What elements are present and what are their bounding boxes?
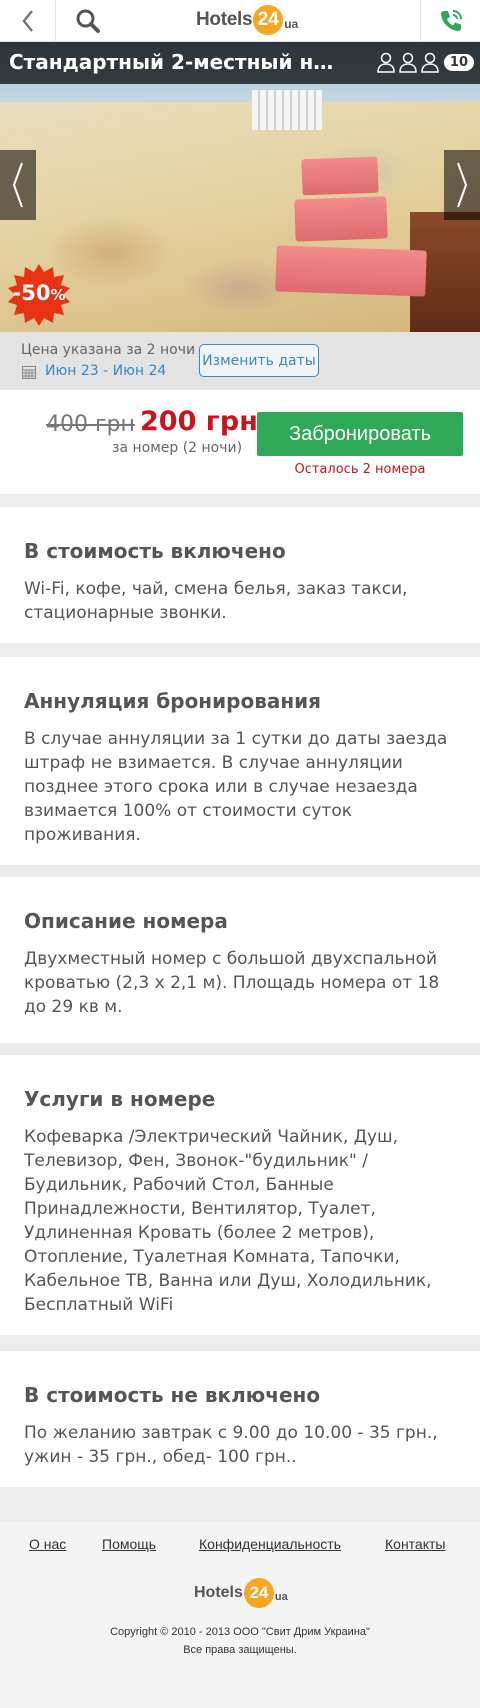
- footer-link-contacts[interactable]: Контакты: [385, 1536, 445, 1552]
- next-photo-button[interactable]: [444, 150, 480, 220]
- calendar-icon: [22, 366, 36, 379]
- new-price: 200 грн: [140, 406, 258, 437]
- date-info-bar: Цена указана за 2 ночи Июн 23 - Июн 24 И…: [0, 332, 480, 390]
- included-section: В стоимость включено Wi-Fi, кофе, чай, с…: [0, 507, 480, 643]
- room-services-section: Услуги в номере Кофеварка /Электрический…: [0, 1055, 480, 1335]
- discount-value: -50: [12, 281, 51, 305]
- arrow-left-icon: [12, 162, 23, 208]
- rights-reserved: Все права защищены.: [183, 1644, 297, 1656]
- previous-photo-button[interactable]: [0, 150, 36, 220]
- photo-towel: [294, 196, 388, 242]
- guest-count-badge: 10: [443, 53, 474, 71]
- logo-tld: ua: [284, 17, 299, 31]
- photo-radiator: [252, 90, 322, 130]
- guest-capacity: 10: [376, 51, 474, 73]
- photo-towel: [301, 156, 379, 196]
- not-included-section: В стоимость не включено По желанию завтр…: [0, 1351, 480, 1487]
- guest-icon: [421, 52, 439, 73]
- search-icon: [76, 9, 100, 33]
- guest-icon: [399, 52, 417, 73]
- call-button[interactable]: [420, 0, 480, 42]
- section-body: Wi-Fi, кофе, чай, смена белья, заказ так…: [24, 579, 408, 623]
- top-bar: Hotels 24 ua: [0, 0, 480, 42]
- section-body: Двухместный номер с большой двухспальной…: [24, 949, 440, 1017]
- room-title: Стандартный 2-местный номер: [9, 50, 339, 74]
- rooms-left: Осталось 2 номера: [294, 462, 426, 477]
- old-price: 400 грн: [46, 412, 135, 437]
- footer-link-help[interactable]: Помощь: [102, 1536, 156, 1552]
- copyright: Copyright © 2010 - 2013 ООО "Свит Дрим У…: [110, 1626, 370, 1638]
- section-title: Услуги в номере: [24, 1087, 216, 1111]
- book-button[interactable]: Забронировать: [257, 412, 463, 456]
- search-button[interactable]: [60, 0, 116, 42]
- price-row: 400 грн 200 грн за номер (2 ночи) Заброн…: [0, 390, 480, 494]
- footer-links: О нас Помощь Конфиденциальность Контакты: [0, 1536, 480, 1560]
- section-body: В случае аннуляции за 1 сутки до даты за…: [24, 729, 448, 845]
- footer-logo[interactable]: Hotels 24 ua: [194, 1578, 288, 1608]
- footer-link-about[interactable]: О нас: [29, 1536, 66, 1552]
- guest-icon: [377, 52, 395, 73]
- section-body: Кофеварка /Электрический Чайник, Душ, Те…: [24, 1127, 432, 1315]
- discount-unit: %: [50, 286, 66, 304]
- room-description-section: Описание номера Двухместный номер с боль…: [0, 877, 480, 1043]
- section-title: Аннуляция бронирования: [24, 689, 322, 713]
- back-chevron-icon: [21, 10, 33, 32]
- footer: О нас Помощь Конфиденциальность Контакты…: [0, 1522, 480, 1708]
- logo-number: 24: [253, 5, 284, 35]
- logo-word: Hotels: [196, 9, 253, 30]
- back-button[interactable]: [0, 0, 56, 42]
- section-body: По желанию завтрак с 9.00 до 10.00 - 35 …: [24, 1423, 438, 1467]
- logo-tld: ua: [274, 1591, 288, 1603]
- arrow-right-icon: [457, 162, 468, 208]
- change-dates-button[interactable]: Изменить даты: [199, 344, 319, 377]
- discount-label: -50%: [8, 281, 70, 305]
- section-title: В стоимость не включено: [24, 1383, 321, 1407]
- logo-word: Hotels: [194, 1584, 243, 1601]
- date-range[interactable]: Июн 23 - Июн 24: [45, 363, 166, 379]
- logo[interactable]: Hotels 24 ua: [196, 5, 298, 35]
- room-title-bar: Стандартный 2-местный номер 10: [0, 42, 480, 84]
- section-title: Описание номера: [24, 909, 228, 933]
- footer-link-privacy[interactable]: Конфиденциальность: [199, 1536, 341, 1552]
- photo-towel: [275, 245, 427, 297]
- phone-icon: [440, 10, 462, 31]
- logo-number: 24: [243, 1578, 274, 1608]
- price-note: Цена указана за 2 ночи: [21, 342, 196, 358]
- cancellation-section: Аннуляция бронирования В случае аннуляци…: [0, 657, 480, 865]
- room-photo-gallery[interactable]: Стандартный 2-местный номер 10 -50%: [0, 42, 480, 332]
- price-per-room: за номер (2 ночи): [112, 440, 243, 456]
- section-title: В стоимость включено: [24, 539, 286, 563]
